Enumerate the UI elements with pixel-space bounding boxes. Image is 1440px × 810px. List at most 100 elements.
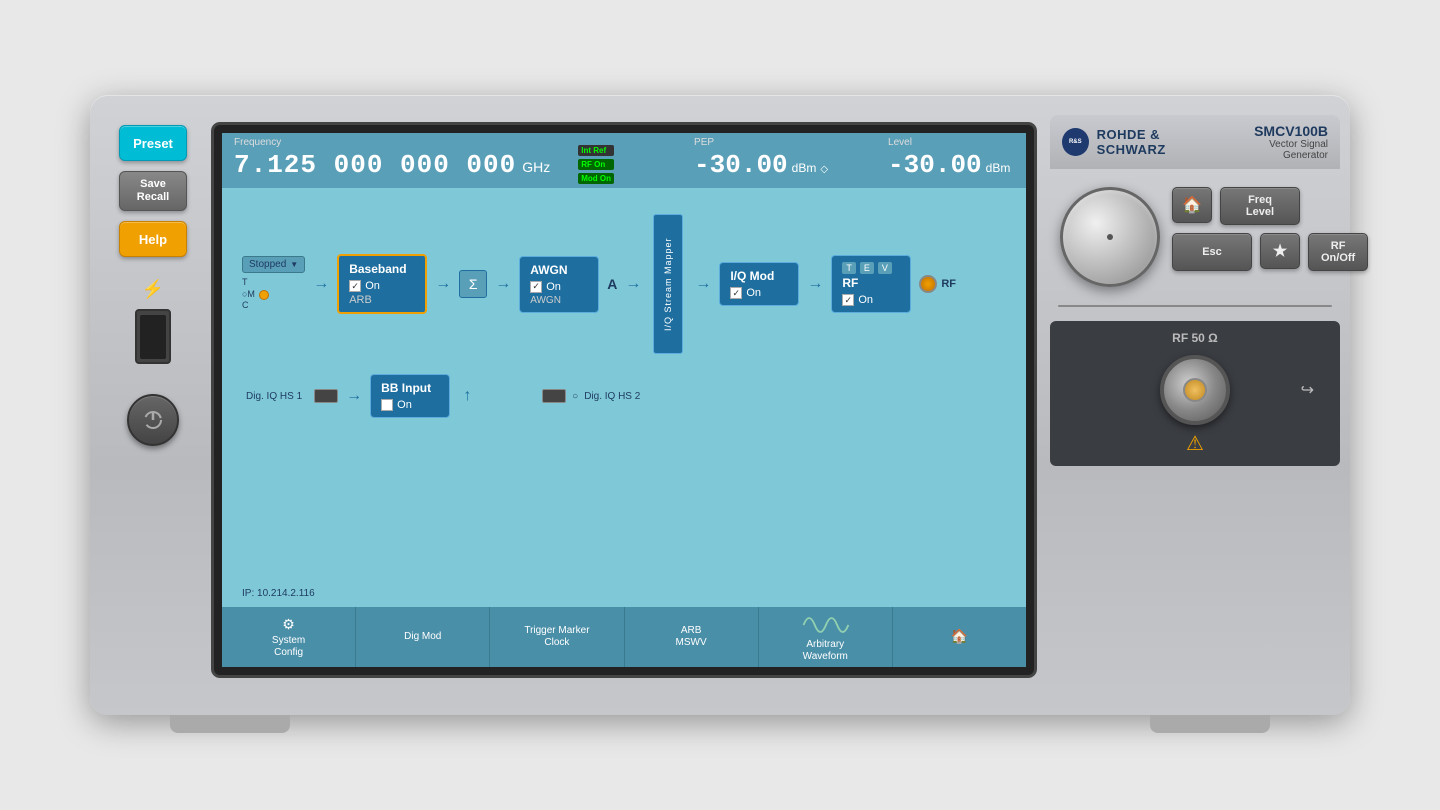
level-label: Level [888,137,1010,148]
power-button[interactable] [127,394,179,446]
dig-mod-label: Dig Mod [404,631,441,643]
iq-mod-title: I/Q Mod [730,269,788,283]
signal-flow: Stopped ▼ T ○M C [222,188,1026,607]
dig-iq-hs2-label: ○ [572,391,578,402]
home-button[interactable]: 🏠 [1172,187,1212,223]
awgn-on: On [546,281,561,293]
arrow-3: → [495,275,511,293]
label-a: A [607,276,617,292]
iq-mod-check-row: On [730,287,788,299]
status-dot [259,290,269,300]
awgn-block[interactable]: AWGN On AWGN [519,256,599,313]
dig-iq-hs2-connector [542,389,566,403]
pep-label: PEP [694,137,828,148]
tmc-labels: T ○M C [242,277,255,312]
system-config-label: SystemConfig [272,635,305,659]
rf-arrow-icon: ↪ [1301,380,1314,400]
awgn-title: AWGN [530,263,588,277]
awgn-check-row: On [530,281,588,293]
model-section: SMCV100B Vector Signal Generator [1226,123,1328,161]
rs-badge: R&S [1062,128,1089,156]
baseband-arb: ARB [349,294,415,306]
screen-menu-bar: ⚙ SystemConfig Dig Mod Trigger MarkerClo… [222,607,1026,667]
help-button[interactable]: Help [119,221,187,257]
menu-item-trigger-marker[interactable]: Trigger MarkerClock [490,607,624,667]
frequency-unit: GHz [522,159,550,175]
baseband-block[interactable]: Baseband On ARB [337,254,427,314]
awgn-sub: AWGN [530,295,588,306]
arbitrary-waveform-label: ArbitraryWaveform [803,639,848,663]
pep-unit: dBm [792,161,817,175]
menu-item-home[interactable]: 🏠 [893,607,1026,667]
frequency-section: Frequency 7.125 000 000 000 GHz [234,137,550,180]
display-screen[interactable]: Frequency 7.125 000 000 000 GHz Int Ref … [214,125,1034,675]
iq-mod-block[interactable]: I/Q Mod On [719,262,799,306]
trigger-marker-label: Trigger MarkerClock [524,625,589,649]
sigma-block: Σ [459,270,487,298]
menu-item-arb-mswv[interactable]: ARBMSWV [625,607,759,667]
baseband-on: On [365,280,380,292]
level-section: Level -30.00 dBm [888,137,1010,180]
arrow-up: → [457,388,475,404]
bottom-flow-row: Dig. IQ HS 1 → BB Input On → [246,374,1006,418]
top-btn-row: 🏠 FreqLevel [1172,187,1368,225]
usb-port-inner [140,315,166,359]
esc-button[interactable]: Esc [1172,233,1252,271]
iq-mod-checkbox[interactable] [730,287,742,299]
baseband-checkbox[interactable] [349,280,361,292]
save-recall-button[interactable]: SaveRecall [119,171,187,211]
frequency-value: 7.125 000 000 000 [234,150,516,180]
rf-on-off-button[interactable]: RFOn/Off [1308,233,1368,271]
rf-check-row: On [842,294,900,306]
rf-output: RF [919,275,956,293]
menu-item-dig-mod[interactable]: Dig Mod [356,607,490,667]
dig-iq-hs2-row: ○ Dig. IQ HS 2 [542,389,640,403]
brand-logo: R&S ROHDE & SCHWARZ [1062,127,1226,157]
awgn-checkbox[interactable] [530,281,542,293]
bb-input-on: On [397,399,412,411]
arb-mswv-label: ARBMSWV [676,625,707,649]
separator [1058,305,1332,307]
rf-label: RF [941,278,956,290]
rf-title: RF [842,276,900,290]
rf-block[interactable]: T E V RF On [831,255,911,313]
rf-section: RF 50 Ω ↪ ⚠ [1050,321,1340,466]
int-ref-indicator: Int Ref [578,145,614,156]
usb-port[interactable] [135,309,171,364]
knob-area: 🏠 FreqLevel Esc ★ RFOn/Off [1050,179,1340,295]
bb-input-block[interactable]: BB Input On [370,374,450,418]
left-panel: Preset SaveRecall Help ⚡ [108,115,198,685]
main-knob[interactable] [1060,187,1160,287]
pep-diamond: ◇ [820,164,828,175]
bb-input-checkbox[interactable] [381,399,393,411]
bb-input-check-row: On [381,399,439,411]
main-flow-row: Stopped ▼ T ○M C [242,214,1006,354]
tev-v: V [878,262,892,274]
screen-wrapper: Frequency 7.125 000 000 000 GHz Int Ref … [214,115,1034,685]
preset-button[interactable]: Preset [119,125,187,161]
stopped-label: Stopped [249,259,286,270]
dig-iq-hs1-label: Dig. IQ HS 1 [246,391,302,402]
rf-connector-dot [919,275,937,293]
stopped-box: Stopped ▼ [242,256,305,273]
rf-on: On [858,294,873,306]
arrow-1: → [313,275,329,293]
menu-item-arbitrary-waveform[interactable]: ArbitraryWaveform [759,607,893,667]
ip-label: IP: 10.214.2.116 [242,588,315,599]
rf-connector-area: ↪ [1066,355,1324,425]
usb-icon: ⚡ [138,279,168,299]
arrow-5: → [695,275,711,293]
bb-input-title: BB Input [381,381,439,395]
right-buttons: 🏠 FreqLevel Esc ★ RFOn/Off [1172,187,1368,271]
screen-top-bar: Frequency 7.125 000 000 000 GHz Int Ref … [222,133,1026,188]
model-description: Vector Signal Generator [1226,139,1328,161]
iq-mod-on: On [746,287,761,299]
rf-on-indicator: RF On [578,159,614,170]
rf-checkbox[interactable] [842,294,854,306]
tmc-row: T ○M C [242,277,269,312]
star-button[interactable]: ★ [1260,233,1300,269]
level-value: -30.00 [888,150,982,180]
freq-level-button[interactable]: FreqLevel [1220,187,1300,225]
menu-item-system-config[interactable]: ⚙ SystemConfig [222,607,356,667]
baseband-check-row: On [349,280,415,292]
